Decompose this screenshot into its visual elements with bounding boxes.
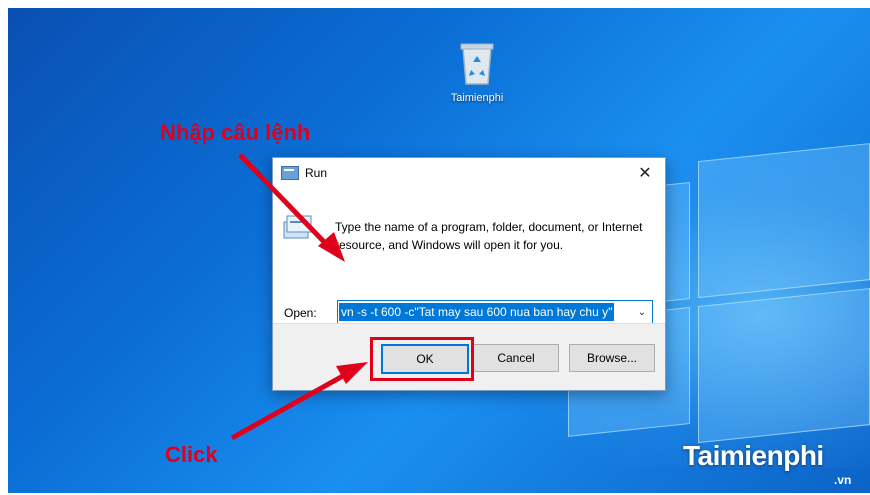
annotation-click: Click — [165, 442, 218, 467]
annotation-enter-command: Nhập câu lệnh — [160, 120, 311, 145]
watermark-brand: Taimienphi — [683, 440, 824, 471]
watermark-suffix: .vn — [834, 473, 852, 487]
arrow-pointer-icon — [230, 153, 368, 441]
